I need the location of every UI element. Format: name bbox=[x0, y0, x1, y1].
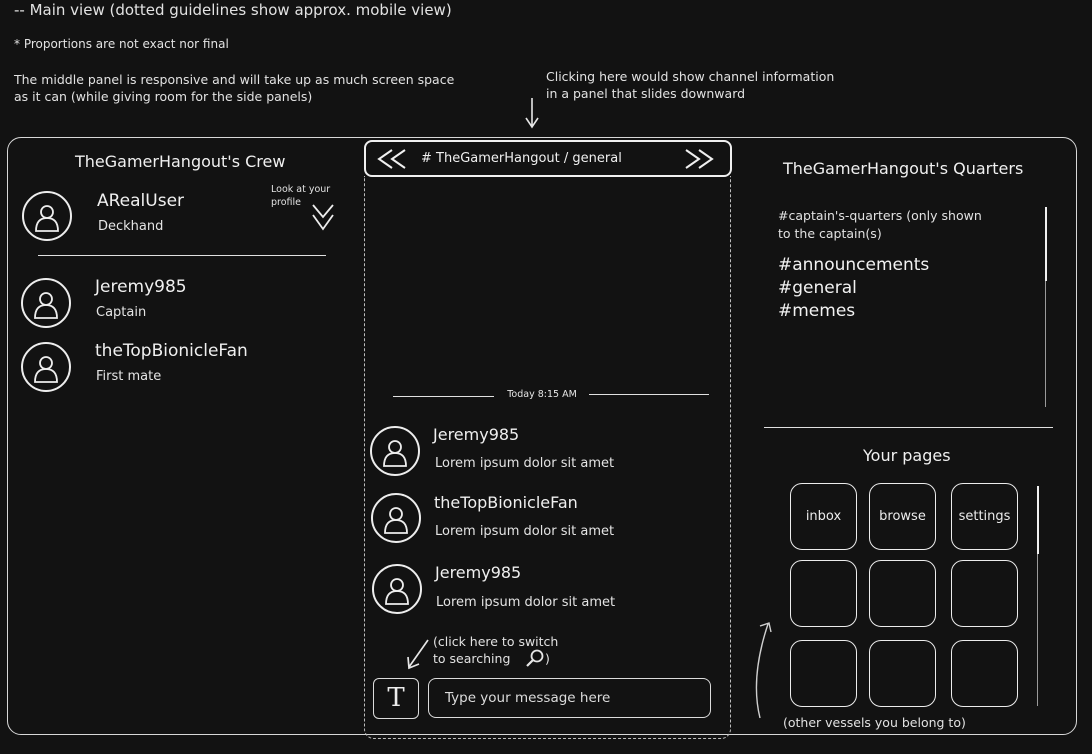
pages-scrollbar-thumb[interactable] bbox=[1037, 486, 1039, 554]
current-user-card[interactable]: ARealUser Deckhand bbox=[22, 190, 262, 242]
profile-note-line1: Look at your bbox=[271, 184, 331, 195]
search-note-close: ) bbox=[545, 651, 550, 666]
page-tile[interactable] bbox=[951, 560, 1018, 627]
page-tile[interactable] bbox=[869, 560, 936, 627]
avatar bbox=[372, 564, 422, 614]
page-tile[interactable] bbox=[790, 640, 857, 707]
user-icon bbox=[34, 356, 58, 383]
crew-member-name: Jeremy985 bbox=[95, 277, 187, 297]
avatar bbox=[21, 342, 71, 392]
page-tile-settings[interactable]: settings bbox=[951, 483, 1018, 550]
crew-member-role: Captain bbox=[96, 305, 147, 320]
user-icon bbox=[34, 292, 58, 319]
captain-channel-line2: to the captain(s) bbox=[778, 226, 882, 241]
profile-note-line2: profile bbox=[271, 197, 302, 208]
chevron-down-icon bbox=[312, 204, 334, 231]
pages-title: Your pages bbox=[863, 446, 951, 465]
arrow-up-curve-icon bbox=[755, 622, 772, 719]
user-icon bbox=[35, 205, 59, 232]
message-item: Jeremy985 Lorem ipsum dolor sit amet bbox=[370, 562, 710, 616]
search-mode-toggle-button[interactable]: T bbox=[373, 678, 419, 719]
page-tile[interactable] bbox=[869, 640, 936, 707]
magnifier-icon bbox=[526, 649, 544, 667]
page-tile-inbox[interactable]: inbox bbox=[790, 483, 857, 550]
message-author: Jeremy985 bbox=[433, 425, 520, 444]
current-user-name: ARealUser bbox=[97, 191, 185, 211]
message-author: Jeremy985 bbox=[435, 563, 522, 582]
avatar bbox=[22, 191, 72, 241]
search-note-line2: to searching bbox=[433, 651, 511, 666]
channel-header[interactable]: # TheGamerHangout / general bbox=[364, 140, 732, 177]
crew-member-role: First mate bbox=[96, 369, 162, 384]
page-tile[interactable] bbox=[790, 560, 857, 627]
channel-header-title: # TheGamerHangout / general bbox=[421, 151, 622, 166]
crew-member-name: theTopBionicleFan bbox=[95, 341, 248, 361]
time-divider-right bbox=[589, 394, 709, 395]
avatar bbox=[21, 278, 71, 328]
proportions-note: * Proportions are not exact nor final bbox=[14, 37, 229, 51]
message-text: Lorem ipsum dolor sit amet bbox=[435, 456, 615, 471]
user-icon bbox=[385, 578, 409, 605]
vessels-note: (other vessels you belong to) bbox=[783, 715, 966, 730]
channel-item-memes[interactable]: #memes bbox=[778, 301, 855, 321]
user-icon bbox=[384, 507, 408, 534]
quarters-scrollbar-thumb[interactable] bbox=[1045, 207, 1047, 281]
channel-item-general[interactable]: #general bbox=[778, 278, 857, 298]
crew-member-row[interactable]: theTopBionicleFan First mate bbox=[20, 340, 280, 392]
arrow-down-icon bbox=[525, 98, 539, 129]
channel-item-announcements[interactable]: #announcements bbox=[778, 255, 929, 275]
current-user-role: Deckhand bbox=[98, 219, 164, 234]
page-tile-browse[interactable]: browse bbox=[869, 483, 936, 550]
message-item: Jeremy985 Lorem ipsum dolor sit amet bbox=[370, 424, 710, 478]
sketch-title: -- Main view (dotted guidelines show app… bbox=[14, 1, 452, 19]
crew-divider bbox=[38, 255, 326, 256]
message-text: Lorem ipsum dolor sit amet bbox=[435, 524, 615, 539]
crew-member-row[interactable]: Jeremy985 Captain bbox=[20, 276, 260, 328]
time-divider-label: Today 8:15 AM bbox=[507, 389, 577, 400]
message-item: theTopBionicleFan Lorem ipsum dolor sit … bbox=[370, 492, 710, 546]
message-text: Lorem ipsum dolor sit amet bbox=[436, 595, 616, 610]
double-chevron-left-icon[interactable] bbox=[375, 148, 409, 170]
message-input[interactable]: Type your message here bbox=[428, 678, 711, 718]
message-author: theTopBionicleFan bbox=[434, 493, 578, 512]
channel-info-note-line1: Clicking here would show channel informa… bbox=[546, 69, 835, 84]
crew-title: TheGamerHangout's Crew bbox=[75, 152, 286, 171]
responsive-note-line2: as it can (while giving room for the sid… bbox=[14, 89, 313, 104]
time-divider-left bbox=[393, 396, 494, 397]
arrow-down-left-icon bbox=[407, 639, 429, 670]
channel-info-note-line2: in a panel that slides downward bbox=[546, 86, 746, 101]
page-tile[interactable] bbox=[951, 640, 1018, 707]
avatar bbox=[370, 426, 420, 476]
right-panel-divider bbox=[764, 427, 1053, 428]
double-chevron-right-icon[interactable] bbox=[682, 148, 716, 170]
avatar bbox=[371, 493, 421, 543]
user-icon bbox=[383, 440, 407, 467]
responsive-note-line1: The middle panel is responsive and will … bbox=[14, 72, 455, 87]
captain-channel-line1[interactable]: #captain's-quarters (only shown bbox=[778, 208, 982, 224]
quarters-title: TheGamerHangout's Quarters bbox=[783, 159, 1024, 178]
